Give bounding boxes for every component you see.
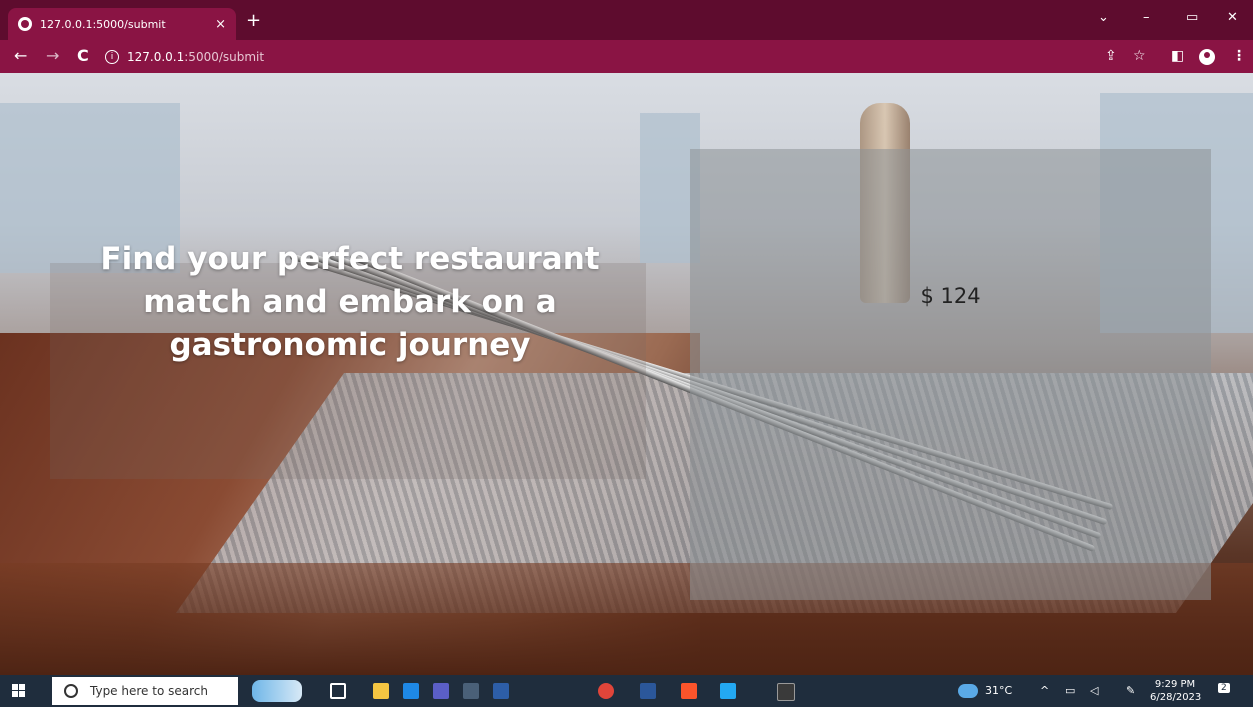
- close-tab-icon[interactable]: ×: [215, 17, 226, 32]
- search-placeholder: Type here to search: [90, 684, 208, 698]
- tab-title: 127.0.0.1:5000/submit: [40, 17, 166, 31]
- url-host: 127.0.0.1: [127, 49, 185, 64]
- minimize-button[interactable]: –: [1143, 10, 1150, 25]
- site-info-icon[interactable]: i: [105, 49, 119, 64]
- terminal-icon[interactable]: [777, 683, 795, 701]
- pen-icon[interactable]: ✎: [1126, 684, 1135, 697]
- reload-button[interactable]: C: [77, 47, 89, 65]
- weather-temp[interactable]: 31°C: [985, 684, 1012, 697]
- bookmark-star-icon[interactable]: ☆: [1133, 48, 1146, 64]
- side-panel-icon[interactable]: ◧: [1171, 48, 1184, 64]
- forward-button[interactable]: →: [46, 47, 59, 65]
- taskbar-search-input[interactable]: Type here to search: [52, 677, 238, 705]
- price-panel: [690, 149, 1211, 600]
- mail-icon[interactable]: [403, 683, 419, 699]
- brave-icon[interactable]: [681, 683, 697, 699]
- word-icon[interactable]: [640, 683, 656, 699]
- share-icon[interactable]: ⇪: [1105, 48, 1117, 64]
- predicted-price: $ 124: [920, 284, 981, 308]
- menu-icon[interactable]: ⋮: [1232, 48, 1246, 64]
- chrome-icon[interactable]: [598, 683, 614, 699]
- sql-app-icon[interactable]: [463, 683, 479, 699]
- search-icon: [64, 684, 78, 698]
- tab-search-icon[interactable]: ⌄: [1098, 10, 1109, 25]
- vscode-icon[interactable]: [720, 683, 736, 699]
- browser-toolbar: ← → C i 127.0.0.1:5000/submit ⇪ ☆ ◧ ⋮: [0, 40, 1253, 73]
- close-window-button[interactable]: ✕: [1227, 10, 1238, 25]
- hero-headline: Find your perfect restaurant match and e…: [100, 241, 600, 363]
- globe-icon: [18, 17, 32, 31]
- battery-icon[interactable]: ▭: [1065, 684, 1075, 697]
- windows-start-icon[interactable]: [12, 684, 26, 698]
- taskbar: Type here to search 31°C ^ ▭ ◁ ✎ 9:29 PM…: [0, 675, 1253, 707]
- tab-strip: 127.0.0.1:5000/submit × + ⌄ – ▭ ✕: [0, 0, 1253, 40]
- volume-icon[interactable]: ◁: [1090, 684, 1098, 697]
- task-view-icon[interactable]: [330, 683, 346, 699]
- clock-date: 6/28/2023: [1150, 692, 1202, 703]
- address-bar[interactable]: i 127.0.0.1:5000/submit: [105, 46, 264, 67]
- notifications-button[interactable]: 2: [1218, 683, 1230, 693]
- file-explorer-icon[interactable]: [373, 683, 389, 699]
- new-tab-button[interactable]: +: [246, 12, 261, 30]
- profile-avatar-icon[interactable]: [1199, 49, 1215, 65]
- teams-icon[interactable]: [433, 683, 449, 699]
- widgets-icon[interactable]: [252, 680, 302, 702]
- browser-tab[interactable]: 127.0.0.1:5000/submit ×: [8, 8, 236, 40]
- url-path: :5000/submit: [184, 49, 265, 64]
- clock-time: 9:29 PM: [1154, 679, 1196, 690]
- powershell-icon[interactable]: [493, 683, 509, 699]
- chevron-up-icon[interactable]: ^: [1040, 684, 1049, 697]
- page-viewport: [0, 73, 1253, 675]
- weather-icon[interactable]: [958, 684, 978, 698]
- clock[interactable]: 9:29 PM 6/28/2023: [1150, 678, 1202, 704]
- restore-button[interactable]: ▭: [1186, 10, 1198, 25]
- back-button[interactable]: ←: [14, 47, 27, 65]
